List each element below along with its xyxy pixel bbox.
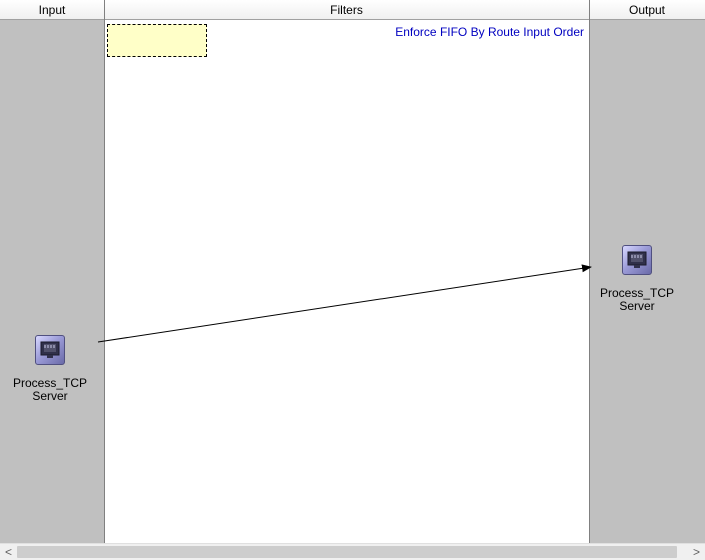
filter-caption: Enforce FIFO By Route Input Order [395,25,584,39]
filter-note[interactable] [107,24,207,57]
input-node[interactable]: Process_TCP Server [5,335,95,403]
column-divider[interactable] [104,0,105,543]
input-node-label: Process_TCP Server [5,377,95,403]
network-port-icon [35,335,65,365]
output-node[interactable]: Process_TCP Server [592,245,682,313]
scroll-right-button[interactable]: > [688,544,705,560]
network-port-icon [622,245,652,275]
scroll-thumb[interactable] [17,546,677,558]
filters-column-header[interactable]: Filters [104,0,589,20]
route-designer-canvas: Input Filters Output Enforce FIFO By Rou… [0,0,705,560]
scroll-left-button[interactable]: < [0,544,17,560]
horizontal-scrollbar[interactable]: < > [0,543,705,560]
output-column-header[interactable]: Output [589,0,705,20]
column-divider[interactable] [589,0,590,543]
output-node-label: Process_TCP Server [592,287,682,313]
output-node-label-line2: Server [619,299,655,313]
input-node-label-line2: Server [32,389,68,403]
input-lane[interactable] [0,20,104,543]
filters-lane[interactable] [104,20,589,543]
input-column-header[interactable]: Input [0,0,104,20]
